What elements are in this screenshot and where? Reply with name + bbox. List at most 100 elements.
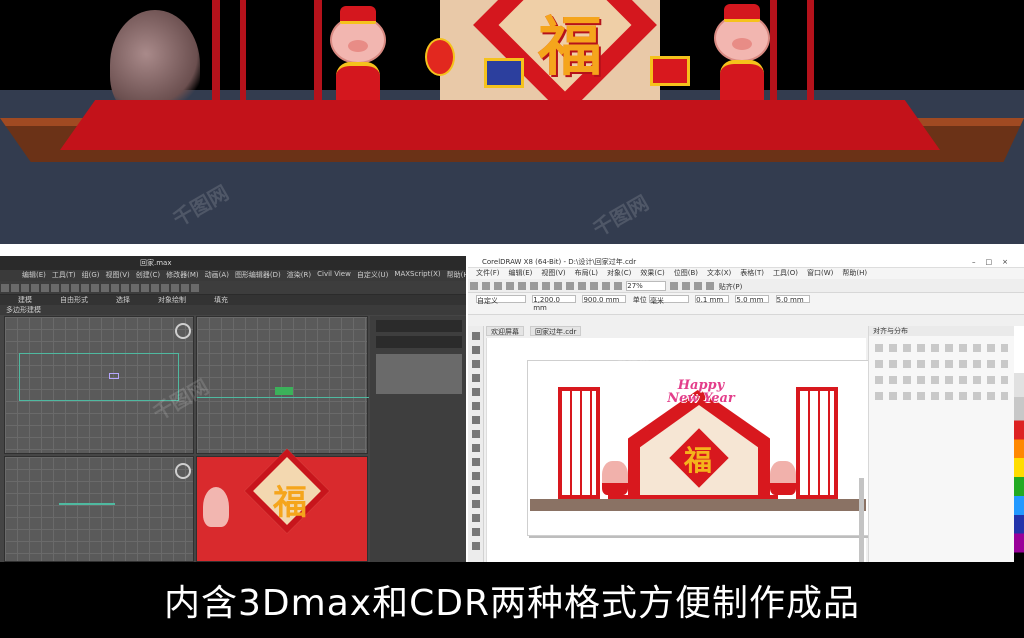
tool-icon[interactable]: [602, 282, 610, 290]
viewcube-icon[interactable]: [175, 463, 191, 479]
tool-icon[interactable]: [141, 284, 149, 292]
cdr-menu-item[interactable]: 布局(L): [575, 268, 598, 279]
fill-tool-icon[interactable]: [471, 542, 480, 550]
eyedropper-icon[interactable]: [471, 528, 480, 536]
max-menu-item[interactable]: 渲染(R): [287, 270, 311, 281]
ribbon-tab[interactable]: 自由形式: [60, 295, 88, 305]
viewport-front[interactable]: [196, 316, 369, 454]
ribbon-tab[interactable]: 对象绘制: [158, 295, 186, 305]
viewport-top[interactable]: [4, 316, 194, 454]
tool-icon[interactable]: [506, 282, 514, 290]
tool-icon[interactable]: [171, 284, 179, 292]
max-menu-item[interactable]: 图形编辑器(D): [235, 270, 281, 281]
zoom-level[interactable]: 27%: [626, 281, 667, 291]
tool-icon[interactable]: [81, 284, 89, 292]
max-menu-item[interactable]: 动画(A): [205, 270, 229, 281]
tool-icon[interactable]: [482, 282, 490, 290]
window-controls[interactable]: –□×: [972, 258, 1018, 266]
artistic-media-icon[interactable]: [471, 402, 480, 410]
tab-welcome[interactable]: 欢迎屏幕: [486, 326, 524, 336]
tool-icon[interactable]: [61, 284, 69, 292]
drop-shadow-icon[interactable]: [471, 500, 480, 508]
transparency-icon[interactable]: [471, 514, 480, 522]
max-menu-item[interactable]: Civil View: [317, 270, 351, 281]
drawing-canvas[interactable]: 福 Happy New Year: [486, 338, 869, 562]
modifier-list[interactable]: [376, 354, 462, 394]
tool-icon[interactable]: [706, 282, 715, 290]
page-height-field[interactable]: 900.0 mm: [582, 295, 627, 304]
cdr-menu-item[interactable]: 工具(O): [773, 268, 798, 279]
cdr-menu-item[interactable]: 窗口(W): [807, 268, 833, 279]
text-tool-icon[interactable]: [471, 458, 480, 466]
duplicate-x-field[interactable]: 5.0 mm: [735, 295, 770, 304]
cdr-menu-item[interactable]: 视图(V): [541, 268, 565, 279]
distribute-buttons-row[interactable]: [875, 392, 1008, 400]
cdr-menu-item[interactable]: 位图(B): [674, 268, 698, 279]
cdr-menu-item[interactable]: 对象(C): [607, 268, 631, 279]
tool-icon[interactable]: [21, 284, 29, 292]
tab-document[interactable]: 回家过年.cdr: [530, 326, 582, 336]
tool-icon[interactable]: [181, 284, 189, 292]
max-menu-item[interactable]: 工具(T): [52, 270, 76, 281]
max-menu-item[interactable]: 编辑(E): [22, 270, 46, 281]
page-width-field[interactable]: 1,200.0 mm: [532, 295, 577, 312]
max-menu-item[interactable]: 组(G): [82, 270, 100, 281]
rectangle-tool-icon[interactable]: [471, 416, 480, 424]
cdr-menu-item[interactable]: 效果(C): [640, 268, 664, 279]
panel-field[interactable]: [376, 336, 462, 348]
units-select[interactable]: 毫米: [648, 295, 689, 305]
crop-tool-icon[interactable]: [471, 360, 480, 368]
polygon-tool-icon[interactable]: [471, 444, 480, 452]
tool-icon[interactable]: [71, 284, 79, 292]
tool-icon[interactable]: [101, 284, 109, 292]
panel-field[interactable]: [376, 320, 462, 332]
parallel-dimension-icon[interactable]: [471, 472, 480, 480]
freehand-tool-icon[interactable]: [471, 388, 480, 396]
connector-tool-icon[interactable]: [471, 486, 480, 494]
align-buttons-row[interactable]: [875, 360, 1008, 368]
cdr-menu-item[interactable]: 帮助(H): [842, 268, 867, 279]
tool-icon[interactable]: [161, 284, 169, 292]
zoom-tool-icon[interactable]: [471, 374, 480, 382]
tool-icon[interactable]: [11, 284, 19, 292]
tool-icon[interactable]: [191, 284, 199, 292]
distribute-buttons-row[interactable]: [875, 376, 1008, 384]
tool-icon[interactable]: [91, 284, 99, 292]
viewcube-icon[interactable]: [175, 323, 191, 339]
cdr-menu-item[interactable]: 文本(X): [707, 268, 731, 279]
tool-icon[interactable]: [151, 284, 159, 292]
tool-icon[interactable]: [518, 282, 526, 290]
tool-icon[interactable]: [41, 284, 49, 292]
viewport-perspective[interactable]: 福: [196, 448, 368, 562]
tool-icon[interactable]: [578, 282, 586, 290]
tool-icon[interactable]: [51, 284, 59, 292]
tool-icon[interactable]: [670, 282, 679, 290]
tool-icon[interactable]: [682, 282, 691, 290]
tool-icon[interactable]: [614, 282, 622, 290]
tool-icon[interactable]: [111, 284, 119, 292]
shape-tool-icon[interactable]: [471, 346, 480, 354]
snap-dropdown[interactable]: 贴齐(P): [719, 282, 743, 292]
vertical-scrollbar[interactable]: [859, 478, 864, 562]
max-menu-item[interactable]: 视图(V): [106, 270, 130, 281]
align-buttons-row[interactable]: [875, 344, 1008, 352]
color-palette[interactable]: [1014, 326, 1024, 562]
max-menu-item[interactable]: 自定义(U): [357, 270, 389, 281]
duplicate-y-field[interactable]: 5.0 mm: [775, 295, 810, 304]
tool-icon[interactable]: [1, 284, 9, 292]
tool-icon[interactable]: [131, 284, 139, 292]
max-menu-item[interactable]: 帮助(H): [447, 270, 466, 281]
cdr-menu-item[interactable]: 编辑(E): [509, 268, 533, 279]
tool-icon[interactable]: [470, 282, 478, 290]
tool-icon[interactable]: [554, 282, 562, 290]
ribbon-tab[interactable]: 填充: [214, 295, 228, 305]
ribbon-tab[interactable]: 建模: [18, 295, 32, 305]
tool-icon[interactable]: [566, 282, 574, 290]
cdr-menu-item[interactable]: 表格(T): [740, 268, 764, 279]
viewport-left[interactable]: [4, 456, 194, 562]
tool-icon[interactable]: [590, 282, 598, 290]
preset-select[interactable]: 自定义: [476, 295, 526, 305]
tool-icon[interactable]: [530, 282, 538, 290]
tool-icon[interactable]: [31, 284, 39, 292]
pick-tool-icon[interactable]: [471, 332, 480, 340]
